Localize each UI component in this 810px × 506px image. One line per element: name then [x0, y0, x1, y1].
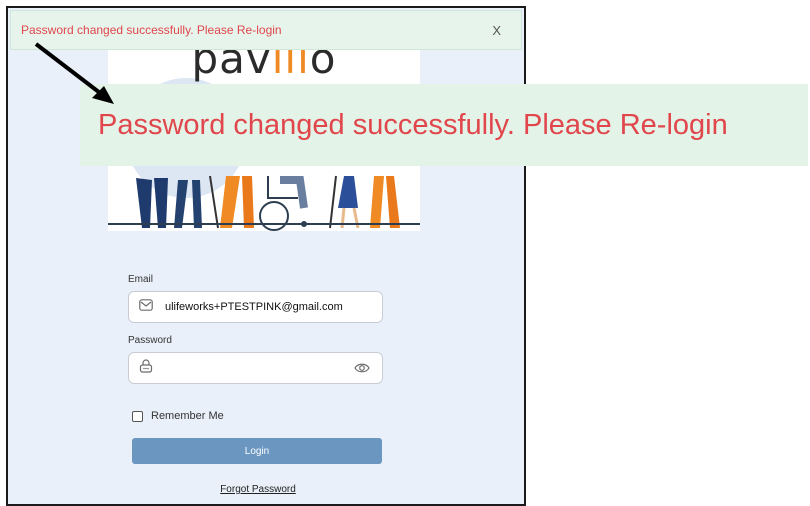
password-input[interactable] — [163, 361, 347, 375]
login-button[interactable]: Login — [132, 438, 382, 464]
lock-icon — [139, 358, 153, 378]
remember-me-label: Remember Me — [151, 410, 224, 422]
zoomed-toast-callout: Password changed successfully. Please Re… — [80, 84, 808, 166]
eye-icon[interactable] — [354, 361, 370, 380]
email-input[interactable] — [163, 300, 347, 314]
zoomed-toast-text: Password changed successfully. Please Re… — [98, 108, 728, 141]
hero-ground-line — [108, 223, 420, 225]
password-label: Password — [128, 335, 172, 346]
forgot-password-link[interactable]: Forgot Password — [128, 484, 388, 495]
email-field[interactable] — [128, 291, 383, 323]
remember-me-checkbox[interactable] — [132, 410, 143, 422]
login-form: Email Password — [128, 274, 388, 495]
toast-close-button[interactable]: X — [492, 23, 501, 38]
password-field[interactable] — [128, 352, 383, 384]
toast-message: Password changed successfully. Please Re… — [21, 23, 282, 37]
email-label: Email — [128, 274, 154, 285]
mail-icon — [139, 298, 153, 316]
arrow-annotation-icon — [34, 42, 114, 104]
remember-me-row: Remember Me — [132, 410, 388, 422]
